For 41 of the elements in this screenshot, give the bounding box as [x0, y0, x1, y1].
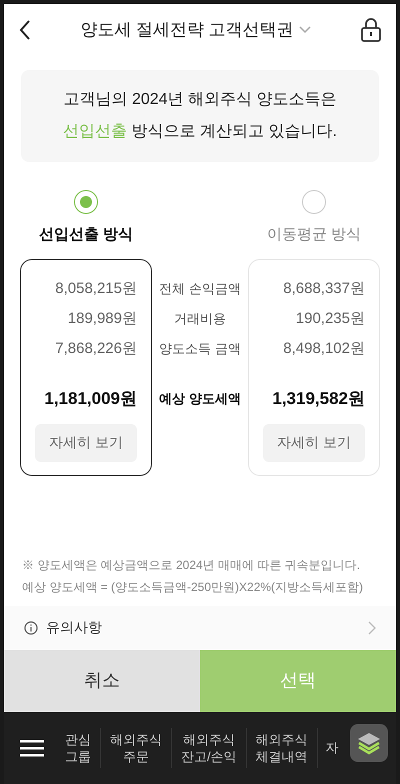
back-icon[interactable]	[18, 19, 32, 41]
lock-icon[interactable]	[360, 17, 382, 43]
note-text: 예상 양도세액 = (양도소득금액-250만원)X22%(지방소득세포함)	[22, 578, 364, 596]
row-label: 예상 양도세액	[159, 390, 241, 408]
caution-label: 유의사항	[46, 618, 103, 637]
details-button[interactable]: 자세히 보기	[35, 424, 137, 462]
amount-value: 8,498,102원	[282, 338, 365, 358]
nav-item[interactable]: 해외주식 잔고/손익	[171, 728, 246, 768]
amount-value: 7,868,226원	[54, 338, 137, 358]
info-icon	[24, 620, 38, 634]
row-label: 거래비용	[174, 310, 226, 328]
cancel-button[interactable]: 취소	[4, 650, 200, 712]
row-label: 전체 손익금액	[159, 280, 241, 298]
nav-item[interactable]: 관심 그룹	[56, 728, 100, 768]
nav-item[interactable]: 해외주식 주문	[100, 728, 171, 768]
nav-item[interactable]: 해외주식 체결내역	[246, 728, 317, 768]
notice-text: 방식으로 계산되고 있습니다.	[132, 123, 337, 140]
nav-item[interactable]: 자	[316, 728, 339, 768]
method-label: 선입선출 방식	[38, 225, 134, 245]
layers-button[interactable]	[350, 724, 388, 762]
tax-amount: 1,181,009원	[43, 388, 137, 410]
radio-button[interactable]	[302, 190, 326, 214]
caution-row[interactable]: 유의사항	[4, 606, 396, 650]
method-label: 이동평균 방식	[266, 225, 362, 245]
tax-amount: 1,319,582원	[271, 388, 365, 410]
method-highlight: 선입선출	[63, 123, 128, 140]
amount-value: 189,989원	[66, 308, 137, 328]
menu-icon[interactable]	[20, 738, 44, 758]
note-text: ※ 양도세액은 예상금액으로 2024년 매매에 따른 귀속분입니다.	[22, 556, 362, 574]
amount-value: 8,688,337원	[282, 278, 365, 298]
method-card[interactable]: 8,688,337원 190,235원 8,498,102원 1,319,582원 자세히 보기	[248, 258, 380, 476]
radio-button[interactable]	[74, 190, 98, 214]
screen-title: 양도세 절세전략 고객선택권	[80, 19, 294, 42]
chevron-right-icon	[368, 620, 376, 634]
details-button[interactable]: 자세히 보기	[263, 424, 365, 462]
method-card[interactable]: 8,058,215원 189,989원 7,868,226원 1,181,009원 자세히 보기	[20, 258, 152, 476]
amount-value: 190,235원	[294, 308, 365, 328]
row-label: 양도소득 금액	[159, 340, 241, 358]
amount-value: 8,058,215원	[54, 278, 137, 298]
layers-icon	[356, 730, 382, 754]
notice-text: 고객님의 2024년 해외주식 양도소득은	[64, 90, 336, 110]
